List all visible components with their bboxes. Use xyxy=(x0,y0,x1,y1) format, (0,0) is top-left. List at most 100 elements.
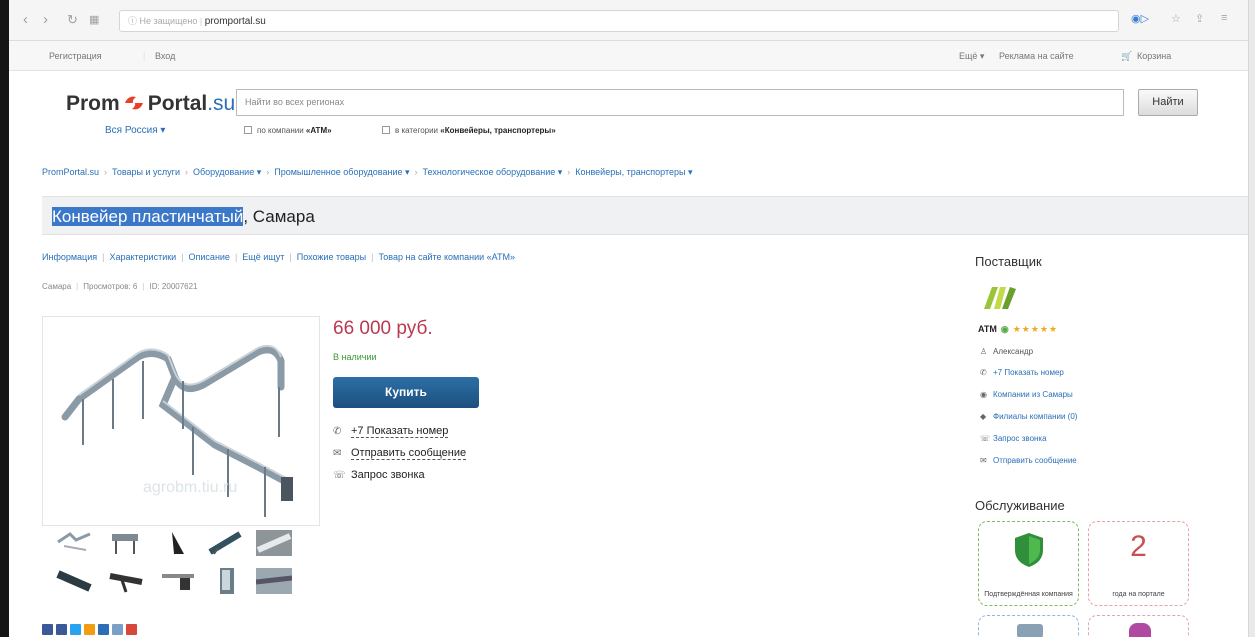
search-input[interactable]: Найти во всех регионах xyxy=(236,89,1124,116)
thumbnail[interactable] xyxy=(256,530,292,556)
title-rest: , Самара xyxy=(243,207,315,226)
thumbnail[interactable] xyxy=(108,568,144,594)
filter-category-prefix: в категории xyxy=(395,126,439,135)
facebook-icon[interactable] xyxy=(56,624,67,635)
thumbnail[interactable] xyxy=(108,530,144,556)
livejournal-icon[interactable] xyxy=(112,624,123,635)
thumbnail[interactable] xyxy=(56,530,92,556)
google-plus-icon[interactable] xyxy=(126,624,137,635)
breadcrumb-separator: › xyxy=(184,167,188,177)
share-icon[interactable]: ⇪ xyxy=(1195,12,1204,25)
grid-icon[interactable]: ▦ xyxy=(89,11,99,29)
supplier-branches[interactable]: ◆ Филиалы компании (0) xyxy=(980,412,1077,421)
filter-company-name: «ATM» xyxy=(305,126,332,135)
breadcrumb-item[interactable]: Технологическое оборудование ▾ xyxy=(423,167,563,177)
breadcrumb: PromPortal.su › Товары и услуги › Оборудован… xyxy=(42,167,693,178)
buy-button[interactable]: Купить xyxy=(333,377,479,408)
bookmark-icon[interactable]: ☆ xyxy=(1171,12,1181,25)
extension-icon[interactable]: ◉▷ xyxy=(1131,12,1149,25)
service-card[interactable] xyxy=(978,615,1079,637)
site-logo[interactable]: Prom Portal.su xyxy=(66,92,235,116)
search-button[interactable]: Найти xyxy=(1138,89,1198,116)
verified-icon: ◉ xyxy=(1000,324,1009,334)
lock-icon: ⓘ xyxy=(128,16,140,26)
filter-company-checkbox[interactable]: по компании «ATM» xyxy=(244,126,332,135)
tab-separator: | xyxy=(102,252,105,262)
supplier-name-text: ATM xyxy=(978,324,997,334)
supplier-send-message[interactable]: ✉ Отправить сообщение xyxy=(980,456,1077,465)
login-link[interactable]: Вход xyxy=(155,51,175,61)
breadcrumb-item[interactable]: PromPortal.su xyxy=(42,167,99,177)
verified-company-card[interactable]: Подтверждённая компания xyxy=(978,521,1079,606)
twitter-icon[interactable] xyxy=(70,624,81,635)
years-label: года на портале xyxy=(1112,591,1165,598)
title-band: Конвейер пластинчатый, Самара xyxy=(42,196,1254,235)
thumbnail[interactable] xyxy=(160,568,196,594)
supplier-logo[interactable] xyxy=(980,283,1018,313)
cart-icon[interactable]: 🛒 xyxy=(1121,51,1132,62)
breadcrumb-item[interactable]: Конвейеры, транспортеры ▾ xyxy=(575,167,692,177)
tab-description[interactable]: Описание xyxy=(189,252,230,262)
supplier-show-phone[interactable]: ✆ +7 Показать номер xyxy=(980,368,1064,377)
filter-category-name: «Конвейеры, транспортеры» xyxy=(440,126,556,135)
supplier-name[interactable]: ATM ◉ ★★★★★ xyxy=(978,324,1058,335)
tab-also-searched[interactable]: Ещё ищут xyxy=(242,252,284,262)
tab-info[interactable]: Информация xyxy=(42,252,97,262)
supplier-city-companies[interactable]: ◉ Компании из Самары xyxy=(980,390,1073,399)
thumbnail[interactable] xyxy=(208,568,244,594)
divider: | xyxy=(143,51,146,61)
thumbnail[interactable] xyxy=(56,568,92,594)
cart-link[interactable]: Корзина xyxy=(1137,51,1171,61)
envelope-icon: ✉ xyxy=(980,456,987,465)
breadcrumb-item[interactable]: Промышленное оборудование ▾ xyxy=(274,167,409,177)
image-watermark: agrobm.tiu.ru xyxy=(143,479,237,496)
tab-specs[interactable]: Характеристики xyxy=(109,252,176,262)
supplier-branches-label: Филиалы компании (0) xyxy=(993,412,1078,421)
thumbnail[interactable] xyxy=(208,530,244,556)
back-icon[interactable]: ‹ xyxy=(23,11,28,29)
page: ‹ › ↻ ▦ ⓘ Не защищено | promportal.su ◉▷… xyxy=(0,0,1255,637)
filter-category-checkbox[interactable]: в категории «Конвейеры, транспортеры» xyxy=(382,126,556,135)
scrollbar[interactable] xyxy=(1248,0,1255,637)
tab-separator: | xyxy=(289,252,292,262)
service-card[interactable] xyxy=(1088,615,1189,637)
supplier-request-call-label: Запрос звонка xyxy=(993,434,1047,443)
ads-link[interactable]: Реклама на сайте xyxy=(999,51,1074,61)
rating-stars: ★★★★★ xyxy=(1012,324,1059,334)
years-on-portal-card[interactable]: 2 года на портале xyxy=(1088,521,1189,606)
region-selector[interactable]: Вся Россия ▾ xyxy=(105,125,165,136)
reload-icon[interactable]: ↻ xyxy=(67,11,78,29)
more-dropdown[interactable]: Ещё ▾ xyxy=(959,51,984,62)
request-call-label: Запрос звонка xyxy=(351,469,425,481)
tab-similar[interactable]: Похожие товары xyxy=(297,252,366,262)
verified-company-label: Подтверждённая компания xyxy=(984,591,1073,598)
product-main-image[interactable]: agrobm.tiu.ru xyxy=(42,316,320,526)
thumbnail[interactable] xyxy=(256,568,292,594)
register-link[interactable]: Регистрация xyxy=(49,51,102,61)
years-number: 2 xyxy=(1130,530,1147,563)
send-message-link[interactable]: ✉ Отправить сообщение xyxy=(333,447,467,460)
show-phone-link[interactable]: ✆ +7 Показать номер xyxy=(333,425,449,438)
service-heading: Обслуживание xyxy=(975,498,1065,513)
mailru-icon[interactable] xyxy=(98,624,109,635)
show-phone-label: +7 Показать номер xyxy=(351,425,449,438)
supplier-request-call[interactable]: ☏ Запрос звонка xyxy=(980,434,1047,443)
breadcrumb-item[interactable]: Оборудование ▾ xyxy=(193,167,261,177)
request-call-link[interactable]: ☏ Запрос звонка xyxy=(333,469,425,481)
product-tabs: Информация | Характеристики | Описание | Ещё и… xyxy=(42,252,515,262)
menu-icon[interactable]: ≡ xyxy=(1221,12,1227,24)
breadcrumb-separator: › xyxy=(414,167,418,177)
callback-icon: ☏ xyxy=(980,434,991,443)
thumbnail[interactable] xyxy=(160,530,196,556)
callback-icon: ☏ xyxy=(333,470,346,481)
vk-icon[interactable] xyxy=(42,624,53,635)
forward-icon[interactable]: › xyxy=(43,11,48,29)
checkbox-icon xyxy=(382,126,390,134)
odnoklassniki-icon[interactable] xyxy=(84,624,95,635)
supplier-city-label: Компании из Самары xyxy=(993,390,1073,399)
logo-prom: Prom xyxy=(66,92,120,115)
tab-company-site[interactable]: Товар на сайте компании «ATM» xyxy=(378,252,515,262)
address-bar[interactable]: ⓘ Не защищено | promportal.su xyxy=(119,10,1119,32)
browser-toolbar: ‹ › ↻ ▦ ⓘ Не защищено | promportal.su ◉▷… xyxy=(9,0,1248,41)
breadcrumb-item[interactable]: Товары и услуги xyxy=(112,167,180,177)
